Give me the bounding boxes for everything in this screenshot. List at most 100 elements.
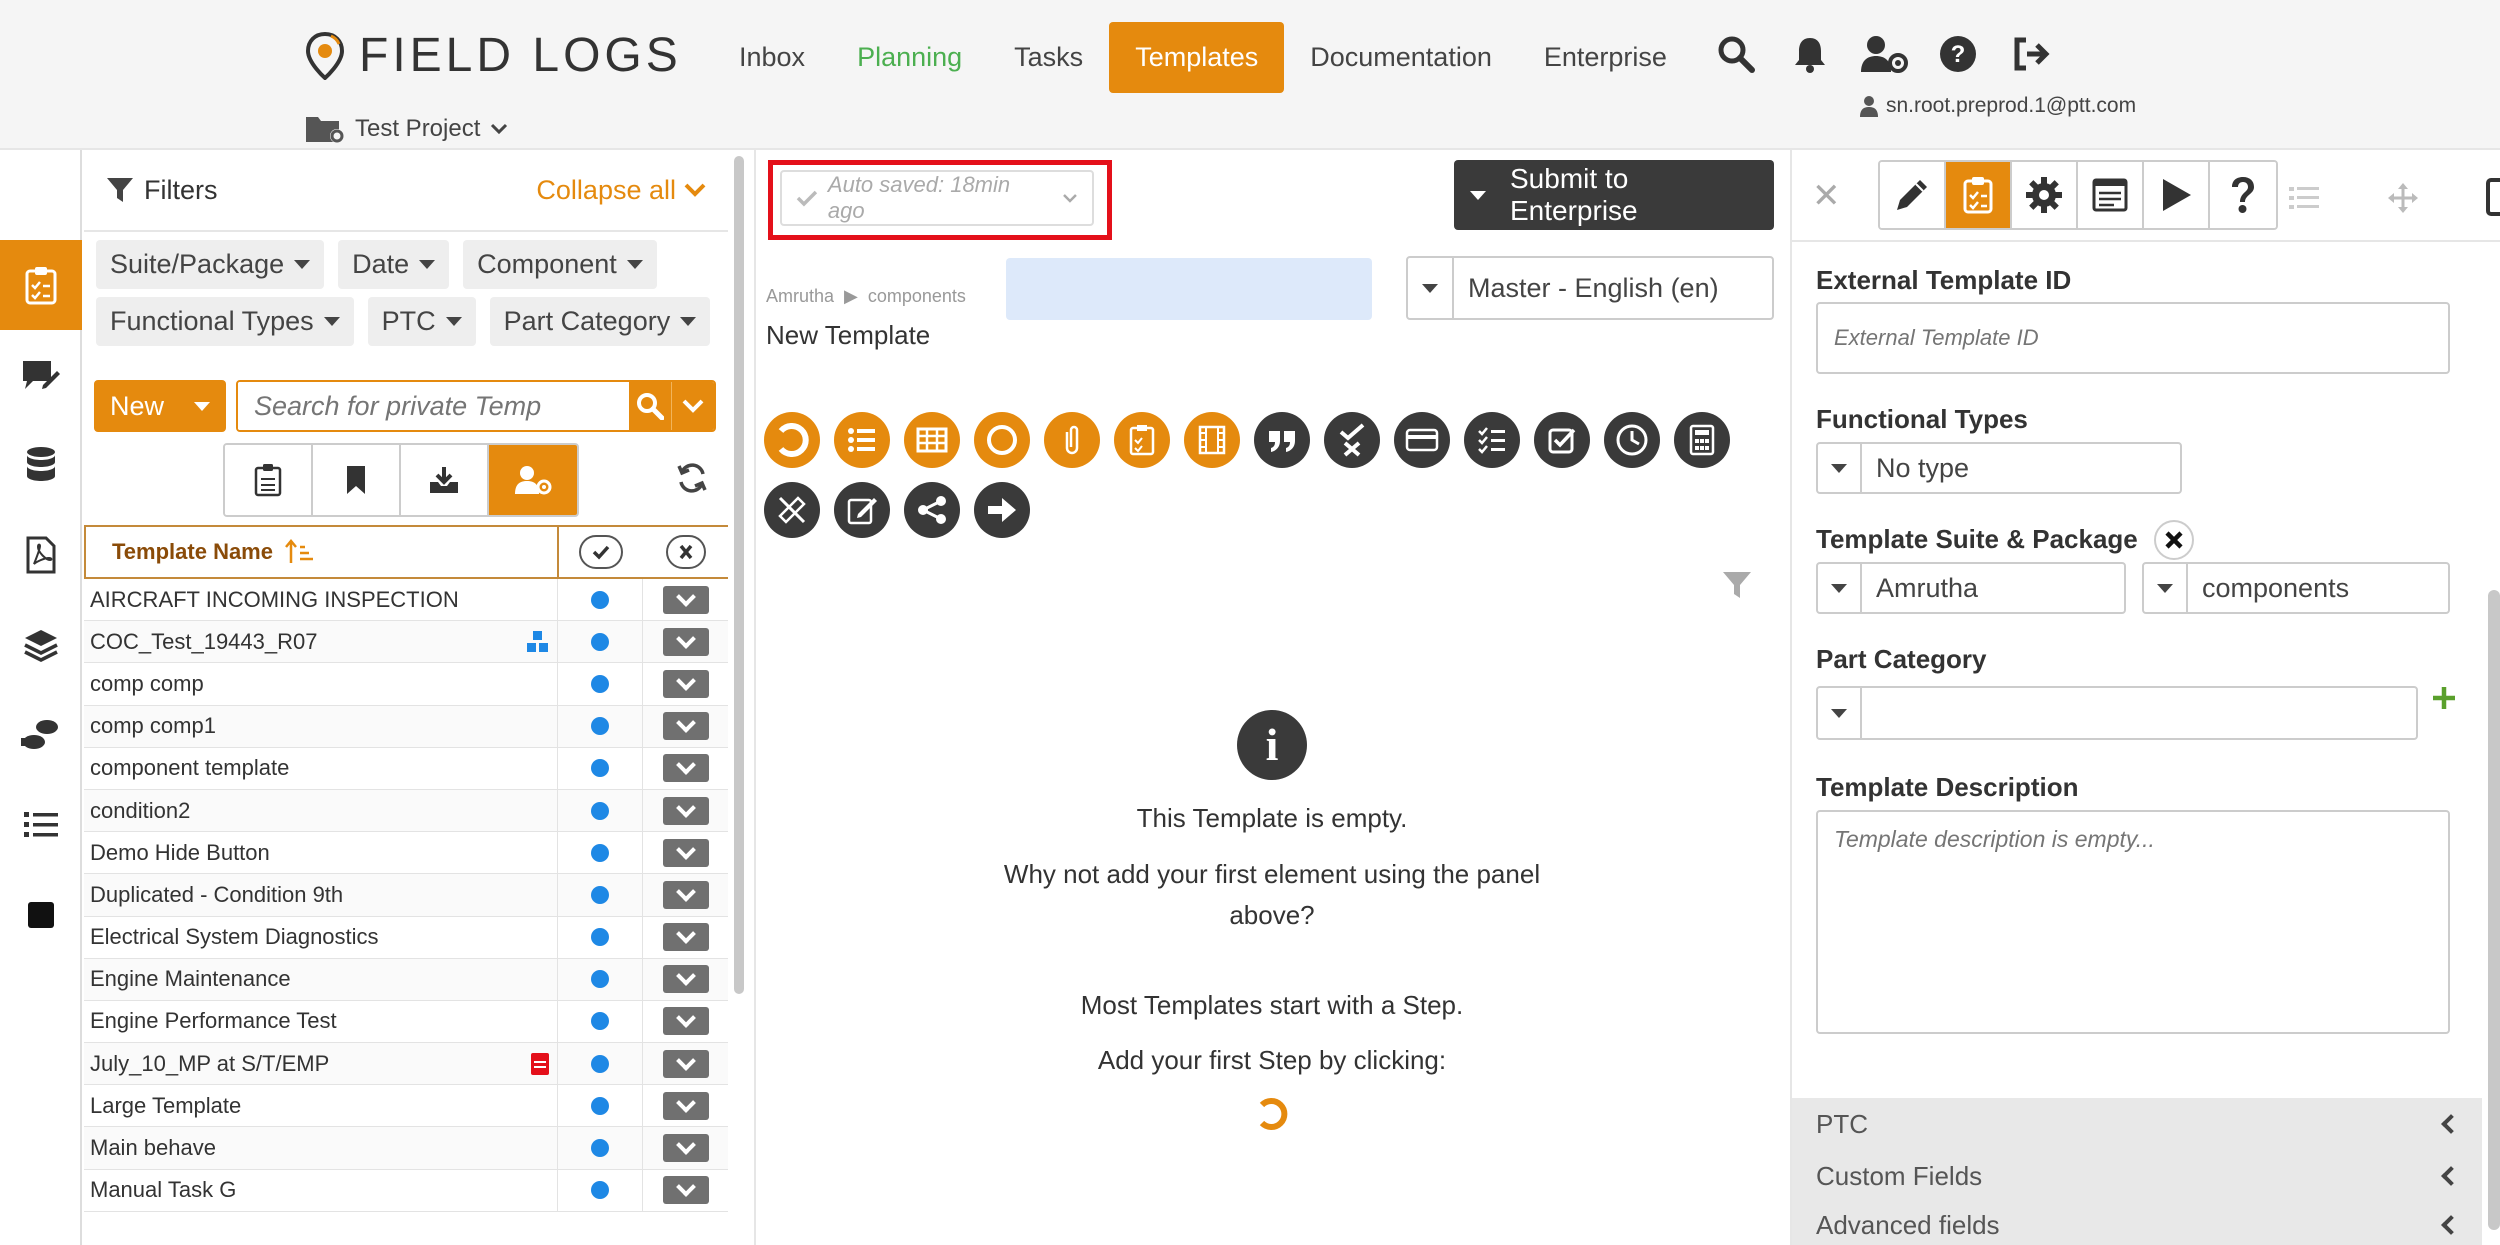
autosave-dropdown[interactable]: Auto saved: 18min ago <box>780 170 1094 226</box>
table-row[interactable]: AIRCRAFT INCOMING INSPECTION <box>84 579 728 622</box>
card-icon[interactable] <box>1394 412 1450 468</box>
clipboard-icon[interactable] <box>1946 162 2012 228</box>
nav-templates[interactable]: Templates <box>1109 22 1285 93</box>
clipboard-view-icon[interactable] <box>225 445 313 515</box>
checklist-icon[interactable] <box>1464 412 1520 468</box>
calculator-icon[interactable] <box>1674 412 1730 468</box>
step-icon[interactable] <box>764 412 820 468</box>
package-select[interactable]: components <box>2142 562 2450 614</box>
quote-icon[interactable] <box>1254 412 1310 468</box>
table-row[interactable]: Electrical System Diagnostics <box>84 916 728 959</box>
rail-stop-icon[interactable] <box>0 870 82 960</box>
nav-planning[interactable]: Planning <box>831 22 988 93</box>
suite-select[interactable]: Amrutha <box>1816 562 2126 614</box>
table-row[interactable]: Demo Hide Button <box>84 832 728 875</box>
filter-suite-package[interactable]: Suite/Package <box>96 240 325 289</box>
table-row[interactable]: Engine Performance Test <box>84 1000 728 1044</box>
gear-icon[interactable] <box>2012 162 2078 228</box>
row-dropdown-button[interactable] <box>662 669 709 698</box>
clipboard-icon[interactable] <box>1114 412 1170 468</box>
table-row[interactable]: Main behave <box>84 1127 728 1170</box>
template-title[interactable]: New Template <box>766 320 930 351</box>
user-settings-view-icon[interactable] <box>489 445 577 515</box>
table-row[interactable]: component template <box>84 747 728 790</box>
check-cross-icon[interactable] <box>1324 412 1380 468</box>
add-panel-icon[interactable] <box>2486 174 2500 222</box>
functional-types-select[interactable]: No type <box>1816 442 2182 494</box>
section-ptc[interactable]: PTC <box>1792 1098 2482 1150</box>
table-row[interactable]: Large Template <box>84 1085 728 1128</box>
row-dropdown-button[interactable] <box>662 1091 709 1120</box>
nav-tasks[interactable]: Tasks <box>988 22 1109 93</box>
nav-documentation[interactable]: Documentation <box>1284 22 1518 93</box>
user-info[interactable]: sn.root.preprod.1@ptt.com <box>1860 94 2136 118</box>
row-dropdown-button[interactable] <box>662 1134 709 1163</box>
clear-suite-button[interactable] <box>2154 520 2194 560</box>
help-icon[interactable]: ? <box>1934 30 1982 78</box>
filter-date[interactable]: Date <box>338 240 450 289</box>
row-dropdown-button[interactable] <box>662 838 709 867</box>
film-icon[interactable] <box>1184 412 1240 468</box>
row-dropdown-button[interactable] <box>662 754 709 783</box>
breadcrumb-package[interactable]: components <box>868 286 966 307</box>
rail-pdf-icon[interactable] <box>0 510 82 600</box>
search-input[interactable] <box>238 382 629 430</box>
form-icon[interactable] <box>2078 162 2144 228</box>
row-dropdown-button[interactable] <box>662 923 709 952</box>
table-row[interactable]: Manual Task G <box>84 1169 728 1212</box>
filter-component[interactable]: Component <box>463 240 657 289</box>
ruler-pencil-icon[interactable] <box>764 482 820 538</box>
share-icon[interactable] <box>904 482 960 538</box>
filter-ptc[interactable]: PTC <box>367 297 476 346</box>
filter-part-category[interactable]: Part Category <box>489 297 711 346</box>
table-icon[interactable] <box>904 412 960 468</box>
rail-database-icon[interactable] <box>0 420 82 510</box>
field-logs-logo[interactable]: FIELD LOGS <box>305 28 682 83</box>
list-icon[interactable] <box>834 412 890 468</box>
user-settings-icon[interactable] <box>1860 30 1908 78</box>
pencil-icon[interactable] <box>1880 162 1946 228</box>
attachment-icon[interactable] <box>1044 412 1100 468</box>
checkbox-icon[interactable] <box>1534 412 1590 468</box>
template-name-header[interactable]: Template Name <box>86 527 559 577</box>
play-icon[interactable] <box>2144 162 2210 228</box>
filter-elements-icon[interactable] <box>1722 570 1752 605</box>
nav-inbox[interactable]: Inbox <box>713 22 831 93</box>
description-textarea[interactable] <box>1816 810 2450 1034</box>
search-button[interactable] <box>629 382 672 430</box>
rail-list-icon[interactable] <box>0 780 82 870</box>
filters-scrollbar[interactable] <box>734 156 744 994</box>
rail-layers-icon[interactable] <box>0 600 82 690</box>
close-icon[interactable]: ✕ <box>1812 176 1841 216</box>
table-row[interactable]: Duplicated - Condition 9th <box>84 874 728 917</box>
select-all-column[interactable] <box>558 527 644 577</box>
table-row[interactable]: comp comp <box>84 663 728 706</box>
section-advanced-fields[interactable]: Advanced fields <box>1792 1202 2482 1245</box>
part-category-select[interactable] <box>1816 686 2418 740</box>
bookmark-icon[interactable] <box>313 445 401 515</box>
breadcrumb-suite[interactable]: Amrutha <box>766 286 834 307</box>
clock-icon[interactable] <box>1604 412 1660 468</box>
logout-icon[interactable] <box>2008 30 2056 78</box>
language-select[interactable]: Master - English (en) <box>1406 256 1774 320</box>
bell-icon[interactable] <box>1786 30 1834 78</box>
search-icon[interactable] <box>1712 30 1760 78</box>
add-part-category-button[interactable] <box>2430 684 2458 717</box>
row-dropdown-button[interactable] <box>662 1049 709 1078</box>
rail-edit-chat-icon[interactable] <box>0 330 82 420</box>
table-row[interactable]: comp comp1 <box>84 705 728 748</box>
row-dropdown-button[interactable] <box>662 585 709 614</box>
refresh-icon[interactable] <box>676 462 708 499</box>
rail-templates-icon[interactable] <box>0 240 82 330</box>
section-custom-fields[interactable]: Custom Fields <box>1792 1150 2482 1202</box>
circle-icon[interactable] <box>974 412 1030 468</box>
row-dropdown-button[interactable] <box>662 1007 709 1036</box>
project-selector[interactable]: Test Project <box>305 114 508 144</box>
download-tray-icon[interactable] <box>401 445 489 515</box>
external-id-input[interactable] <box>1816 302 2450 374</box>
clear-all-column[interactable] <box>643 527 728 577</box>
properties-scrollbar[interactable] <box>2488 590 2500 1230</box>
filter-functional-types[interactable]: Functional Types <box>96 297 354 346</box>
question-icon[interactable] <box>2210 162 2276 228</box>
table-row[interactable]: July_10_MP at S/T/EMP <box>84 1043 728 1086</box>
